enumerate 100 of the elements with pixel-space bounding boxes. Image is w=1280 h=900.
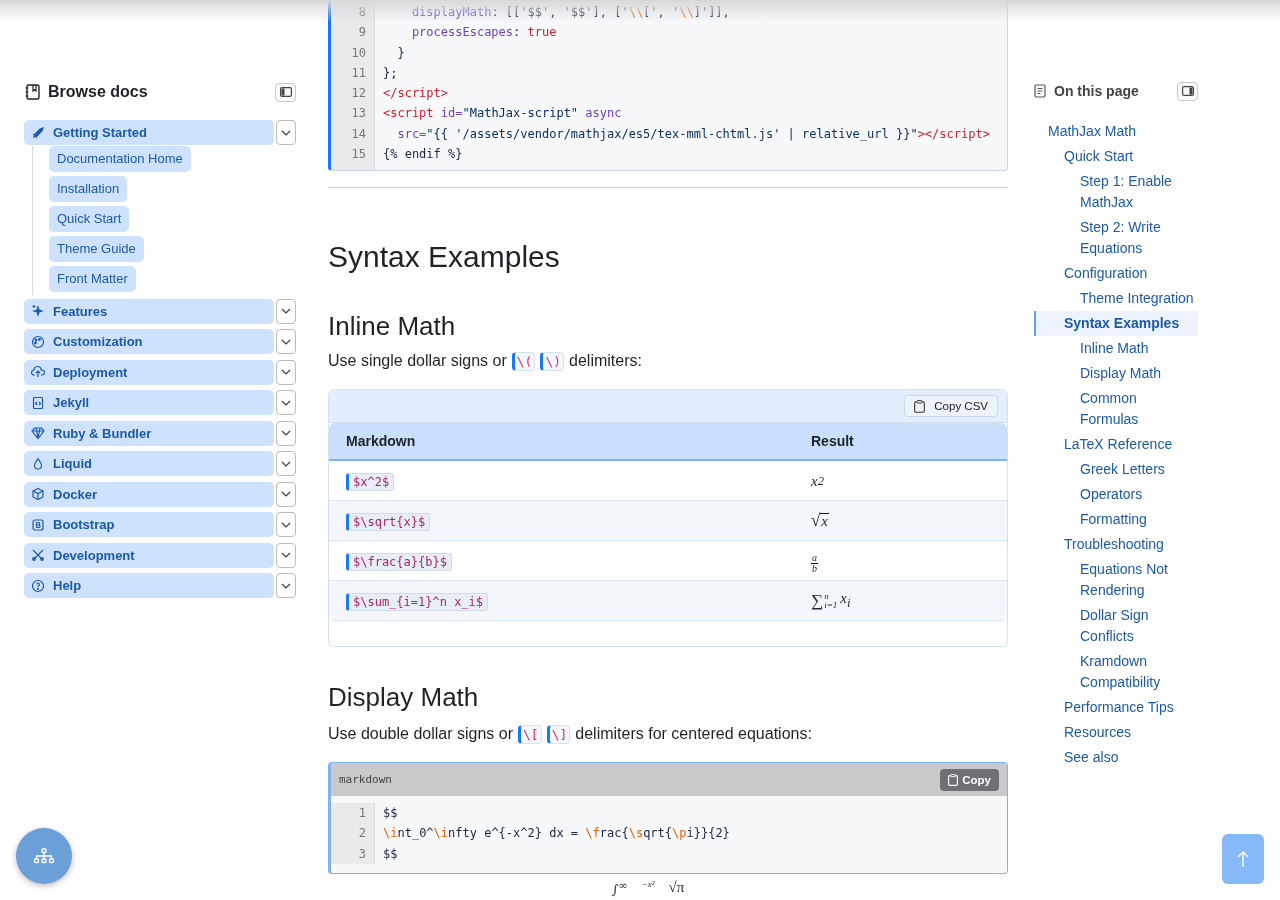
sidebar-subitem[interactable]: Front Matter: [49, 265, 136, 292]
paragraph-text: delimiters for centered equations:: [575, 724, 812, 744]
expand-button[interactable]: [276, 420, 296, 446]
sidebar-item[interactable]: Development: [24, 542, 274, 568]
paragraph-text: Use single dollar signs or: [328, 351, 507, 371]
expand-button[interactable]: [276, 451, 296, 476]
section-heading: Syntax Examples: [328, 239, 561, 275]
code-line: };: [383, 64, 399, 82]
cube-icon: [31, 487, 45, 501]
code-line: displayMath: [['$$', '$$'], ['\\[', '\\]']],: [410, 4, 731, 21]
line-number: 11: [350, 64, 366, 82]
paragraph-text: Use double dollar signs or: [328, 724, 513, 744]
sidebar-toggle-button[interactable]: [275, 82, 296, 102]
code-snippet: $\sqrt{x}$: [346, 512, 431, 531]
toc-link[interactable]: Formatting: [1034, 507, 1198, 532]
toc-link[interactable]: Display Math: [1034, 361, 1198, 386]
line-number: 10: [350, 44, 366, 62]
toc-link[interactable]: Quick Start: [1034, 144, 1198, 169]
toc-link[interactable]: Kramdown Compatibility: [1034, 649, 1198, 695]
line-number: 2: [357, 825, 366, 843]
inline-code: \[: [518, 724, 542, 744]
sidebar-subitem[interactable]: Installation: [49, 175, 128, 202]
column-header: Markdown: [345, 433, 417, 449]
sitemap-icon: [33, 848, 55, 864]
toc-link[interactable]: Syntax Examples: [1034, 311, 1198, 336]
toc-toggle-button[interactable]: [1177, 81, 1198, 101]
document-icon: [1034, 84, 1046, 98]
chevron-down-icon: [281, 338, 291, 345]
gem-icon: [31, 426, 45, 440]
toc-link[interactable]: Dollar Sign Conflicts: [1034, 603, 1198, 649]
expand-button[interactable]: [276, 573, 296, 598]
expand-button[interactable]: [276, 329, 296, 354]
chevron-down-icon: [281, 582, 291, 589]
toc-link[interactable]: Configuration: [1034, 261, 1198, 286]
expand-button[interactable]: [276, 359, 296, 385]
copy-csv-button[interactable]: Copy CSV: [904, 395, 998, 417]
math-exponent: −x²: [641, 877, 655, 890]
sitemap-button[interactable]: [16, 828, 72, 884]
expand-button[interactable]: [276, 390, 296, 415]
back-to-top-button[interactable]: [1222, 834, 1264, 884]
chevron-down-icon: [281, 521, 291, 528]
toc-link[interactable]: MathJax Math: [1034, 119, 1198, 144]
sidebar-panel-icon: [1181, 86, 1194, 96]
toc-link[interactable]: Equations Not Rendering: [1034, 557, 1198, 603]
line-number: 1: [357, 805, 366, 822]
clipboard-icon: [948, 773, 959, 786]
toc-link[interactable]: Inline Math: [1034, 336, 1198, 361]
inline-code: \]: [546, 724, 571, 744]
inline-code: \): [540, 351, 565, 371]
language-label: markdown: [339, 773, 392, 786]
column-header: Result: [811, 433, 855, 449]
sidebar-item[interactable]: Deployment: [24, 359, 274, 385]
expand-button[interactable]: [276, 542, 296, 568]
sidebar-item[interactable]: Getting Started: [24, 120, 274, 145]
inline-code: \(: [511, 351, 536, 371]
copy-button[interactable]: Copy: [940, 768, 999, 791]
arrow-up-icon: [1237, 850, 1249, 868]
toc-link[interactable]: See also: [1034, 745, 1198, 770]
cloud-upload-icon: [31, 365, 45, 379]
clipboard-icon: [914, 399, 926, 413]
expand-button[interactable]: [276, 481, 296, 507]
toc-link[interactable]: Greek Letters: [1034, 457, 1198, 482]
toc-link[interactable]: Performance Tips: [1034, 695, 1198, 720]
code-snippet: $x^2$: [346, 472, 395, 491]
expand-button[interactable]: [276, 512, 296, 537]
sidebar-item[interactable]: Features: [24, 298, 274, 324]
rocket-icon: [31, 125, 45, 140]
chevron-down-icon: [281, 369, 291, 375]
code-line: $$: [383, 805, 399, 822]
toc-link[interactable]: Step 2: Write Equations: [1034, 215, 1198, 261]
chevron-down-icon: [281, 491, 291, 497]
sidebar-item[interactable]: Bootstrap: [24, 512, 274, 537]
sidebar-item[interactable]: Customization: [24, 329, 274, 354]
sidebar-subitem[interactable]: Documentation Home: [49, 145, 191, 172]
book-icon: [24, 83, 42, 101]
code-line: $$: [383, 845, 399, 863]
sidebar-item[interactable]: Liquid: [24, 451, 274, 476]
chevron-down-icon: [281, 430, 291, 436]
toc-link[interactable]: Resources: [1034, 720, 1198, 745]
line-number: 9: [357, 24, 366, 42]
sidebar-item[interactable]: Docker: [24, 481, 274, 507]
sidebar-item[interactable]: Jekyll: [24, 390, 274, 415]
toc-link[interactable]: LaTeX Reference: [1034, 432, 1198, 457]
chevron-down-icon: [281, 399, 291, 406]
toc-link[interactable]: Common Formulas: [1034, 386, 1198, 432]
sparkle-icon: [31, 304, 45, 318]
line-number: 14: [350, 125, 366, 143]
toc-link[interactable]: Operators: [1034, 482, 1198, 507]
toc-link[interactable]: Step 1: Enable MathJax: [1034, 169, 1198, 215]
toc-link[interactable]: Theme Integration: [1034, 286, 1198, 311]
code-snippet: $\frac{a}{b}$: [346, 552, 452, 571]
sidebar-item[interactable]: Help: [24, 573, 274, 598]
toc-link[interactable]: Troubleshooting: [1034, 532, 1198, 557]
expand-button[interactable]: [276, 298, 296, 324]
palette-icon: [31, 334, 45, 349]
expand-button[interactable]: [276, 120, 296, 145]
sidebar-subitem[interactable]: Theme Guide: [49, 235, 144, 262]
sidebar-item[interactable]: Ruby & Bundler: [24, 420, 274, 446]
sidebar-subitem[interactable]: Quick Start: [49, 205, 130, 232]
code-line: }: [396, 44, 406, 62]
